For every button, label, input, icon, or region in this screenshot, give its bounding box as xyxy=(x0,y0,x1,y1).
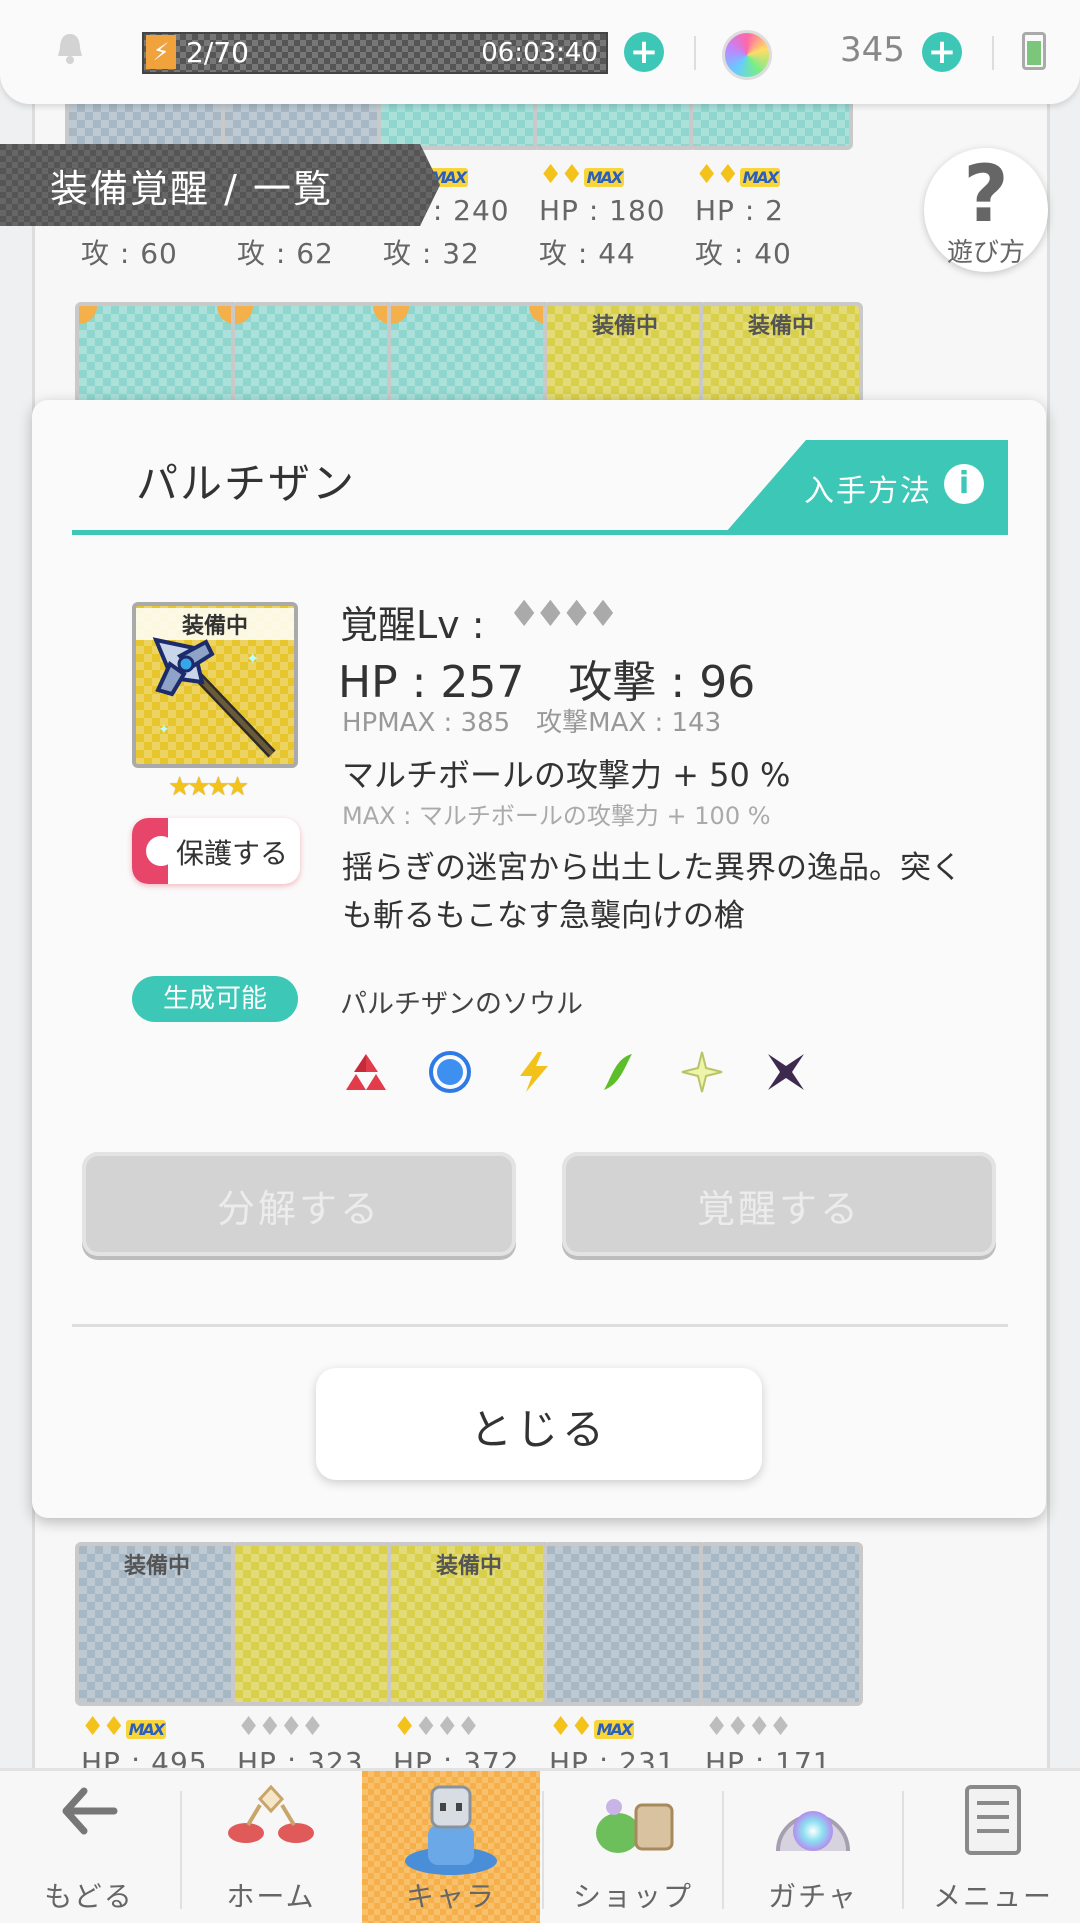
stamina-bar: ⚡ 2/70 06:03:40 xyxy=(142,32,608,74)
atk-value: 攻 : 62 xyxy=(237,237,334,270)
nav-label: ショップ xyxy=(572,1880,693,1913)
question-icon: ? xyxy=(963,150,1009,240)
help-button[interactable]: ? 遊び方 xyxy=(924,148,1048,272)
svg-text:✦: ✦ xyxy=(158,722,170,738)
max-tag: MAX xyxy=(593,1720,635,1739)
bell-icon[interactable] xyxy=(52,30,88,66)
max-stats: HPMAX : 385 攻撃MAX : 143 xyxy=(342,708,722,738)
close-label: とじる xyxy=(469,1405,608,1454)
atk-value: 攻 : 60 xyxy=(81,237,178,270)
nav-gacha[interactable]: ガチャ xyxy=(724,1771,902,1923)
nav-label: ホーム xyxy=(226,1880,316,1913)
stamina-timer: 06:03:40 xyxy=(481,38,598,68)
nav-label: ガチャ xyxy=(768,1880,858,1913)
awaken-gems: ♦♦♦♦ xyxy=(705,1712,792,1742)
svg-text:✦: ✦ xyxy=(246,649,259,668)
gem-icon xyxy=(722,30,772,80)
atk-value: 攻 : 44 xyxy=(539,237,636,270)
item-image[interactable]: 装備中 ✦ ✦ xyxy=(132,602,298,768)
rarity-stars: ★★★★ xyxy=(168,772,249,802)
shop-icon xyxy=(544,1781,722,1876)
equipped-label: 装備中 xyxy=(123,1554,190,1579)
thunder-icon xyxy=(520,1052,548,1092)
close-button[interactable]: とじる xyxy=(316,1368,762,1480)
hp-value: HP : 180 xyxy=(539,194,666,227)
max-tag: MAX xyxy=(739,168,781,187)
nav-label: もどる xyxy=(44,1880,134,1913)
nav-home[interactable]: ホーム xyxy=(182,1771,360,1923)
equipment-card[interactable] xyxy=(699,1542,863,1706)
home-icon xyxy=(182,1781,360,1876)
equipment-card[interactable]: 装備中 xyxy=(387,1542,551,1706)
equipped-label: 装備中 xyxy=(435,1554,502,1579)
awaken-button[interactable]: 覚醒する xyxy=(562,1152,996,1256)
nav-label: キャラ xyxy=(405,1880,496,1913)
title-underline xyxy=(72,530,1008,535)
protect-label: 保護する xyxy=(176,837,289,870)
menu-icon xyxy=(904,1781,1080,1876)
nav-shop[interactable]: ショップ xyxy=(544,1771,722,1923)
protect-toggle[interactable]: 保護する xyxy=(132,818,300,884)
add-gems-button[interactable]: + xyxy=(922,32,962,72)
toggle-switch xyxy=(132,818,176,884)
awaken-diamonds: ♦♦♦♦ xyxy=(508,594,619,635)
skill-max-effect: MAX : マルチボールの攻撃力 + 100 % xyxy=(342,802,771,830)
craftable-badge: 生成可能 xyxy=(132,976,298,1022)
dark-icon xyxy=(768,1054,804,1090)
divider xyxy=(694,36,696,70)
awaken-button-label: 覚醒する xyxy=(696,1187,861,1231)
equipped-label: 装備中 xyxy=(591,314,658,339)
awaken-gems: ♦♦MAX xyxy=(549,1712,635,1742)
divider xyxy=(992,36,994,70)
nav-label: メニュー xyxy=(932,1880,1053,1913)
disassemble-button[interactable]: 分解する xyxy=(82,1152,516,1256)
equipment-card[interactable] xyxy=(543,1542,707,1706)
battery-icon xyxy=(1022,32,1046,70)
awaken-gems: ♦♦MAX xyxy=(695,160,781,190)
disassemble-label: 分解する xyxy=(216,1187,381,1231)
awaken-gems: ♦♦MAX xyxy=(81,1712,167,1742)
equipment-card[interactable] xyxy=(231,1542,395,1706)
back-arrow-icon xyxy=(0,1781,178,1856)
status-bar: ⚡ 2/70 06:03:40 + 345 + xyxy=(0,0,1080,104)
max-tag: MAX xyxy=(583,168,625,187)
awaken-gems: ♦♦MAX xyxy=(539,160,625,190)
nav-menu[interactable]: メニュー xyxy=(904,1771,1080,1923)
water-icon xyxy=(429,1051,471,1093)
help-label: 遊び方 xyxy=(946,238,1025,268)
add-stamina-button[interactable]: + xyxy=(624,32,664,72)
fire-icon xyxy=(346,1054,386,1090)
soul-label: パルチザンのソウル xyxy=(340,989,583,1020)
spear-icon: ✦ ✦ xyxy=(152,637,276,758)
equipment-detail-modal: パルチザン 入手方法 i 装備中 ✦ ✦ ★★★★ 保護する 覚醒Lv : ♦♦… xyxy=(32,400,1046,1518)
gem-count: 345 xyxy=(840,30,905,70)
awaken-level-label: 覚醒Lv : xyxy=(340,603,485,647)
stamina-count: 2/70 xyxy=(186,36,249,69)
lightning-icon: ⚡ xyxy=(146,35,176,69)
light-icon xyxy=(681,1051,723,1093)
page-title: 装備覚醒 / 一覧 xyxy=(50,167,333,211)
acquire-method-label[interactable]: 入手方法 xyxy=(804,466,932,510)
hp-value: HP : 2 xyxy=(695,194,784,227)
gacha-icon xyxy=(724,1781,902,1876)
info-icon[interactable]: i xyxy=(944,464,984,504)
hp-attack-stats: HP : 257 攻撃 : 96 xyxy=(338,657,756,708)
awaken-gems: ♦♦♦♦ xyxy=(237,1712,324,1742)
item-description: 揺らぎの迷宮から出土した異界の逸品。突くも斬るもこなす急襲向けの槍 xyxy=(342,850,962,934)
divider xyxy=(72,1324,1008,1327)
wind-icon xyxy=(604,1054,632,1090)
item-name: パルチザン xyxy=(136,459,357,508)
nav-character[interactable]: キャラ xyxy=(362,1771,540,1923)
skill-effect: マルチボールの攻撃力 + 50 % xyxy=(342,756,791,794)
atk-value: 攻 : 40 xyxy=(695,237,792,270)
awaken-gems: ♦♦♦♦ xyxy=(393,1712,480,1742)
max-tag: MAX xyxy=(125,1720,167,1739)
equipment-card[interactable]: 装備中 xyxy=(75,1542,239,1706)
nav-back[interactable]: もどる xyxy=(0,1771,178,1923)
bottom-navigation: もどる ホーム キャラ ショップ ガチャ メニュー xyxy=(0,1768,1080,1923)
equipped-label: 装備中 xyxy=(747,314,814,339)
atk-value: 攻 : 32 xyxy=(383,237,480,270)
